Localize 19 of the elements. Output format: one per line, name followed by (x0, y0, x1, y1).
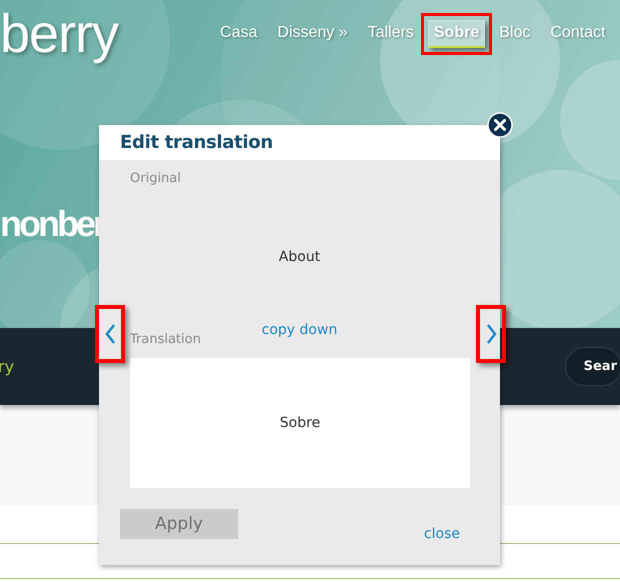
translation-label: Translation (130, 332, 201, 347)
copy-down-link[interactable]: copy down (262, 322, 338, 338)
dialog-title: Edit translation (120, 132, 273, 153)
previous-button[interactable] (95, 305, 125, 363)
site-logo[interactable]: berry (0, 4, 118, 64)
next-button[interactable] (476, 305, 506, 363)
translation-field[interactable]: Sobre (130, 358, 470, 488)
close-link[interactable]: close (424, 526, 460, 542)
chevron-left-icon (104, 323, 116, 345)
nav-link[interactable]: Tallers (362, 20, 420, 48)
nav-link[interactable]: Bloc (493, 20, 536, 48)
search-button[interactable]: Sear (564, 347, 620, 386)
chevron-right-icon (484, 323, 498, 345)
close-icon[interactable] (487, 112, 513, 138)
nav-link[interactable]: Contact (544, 20, 612, 48)
nav-link[interactable]: Disseny » (271, 20, 354, 48)
original-label: Original (130, 171, 182, 186)
original-text: About (278, 249, 322, 265)
nav-link[interactable]: Casa (214, 20, 264, 48)
